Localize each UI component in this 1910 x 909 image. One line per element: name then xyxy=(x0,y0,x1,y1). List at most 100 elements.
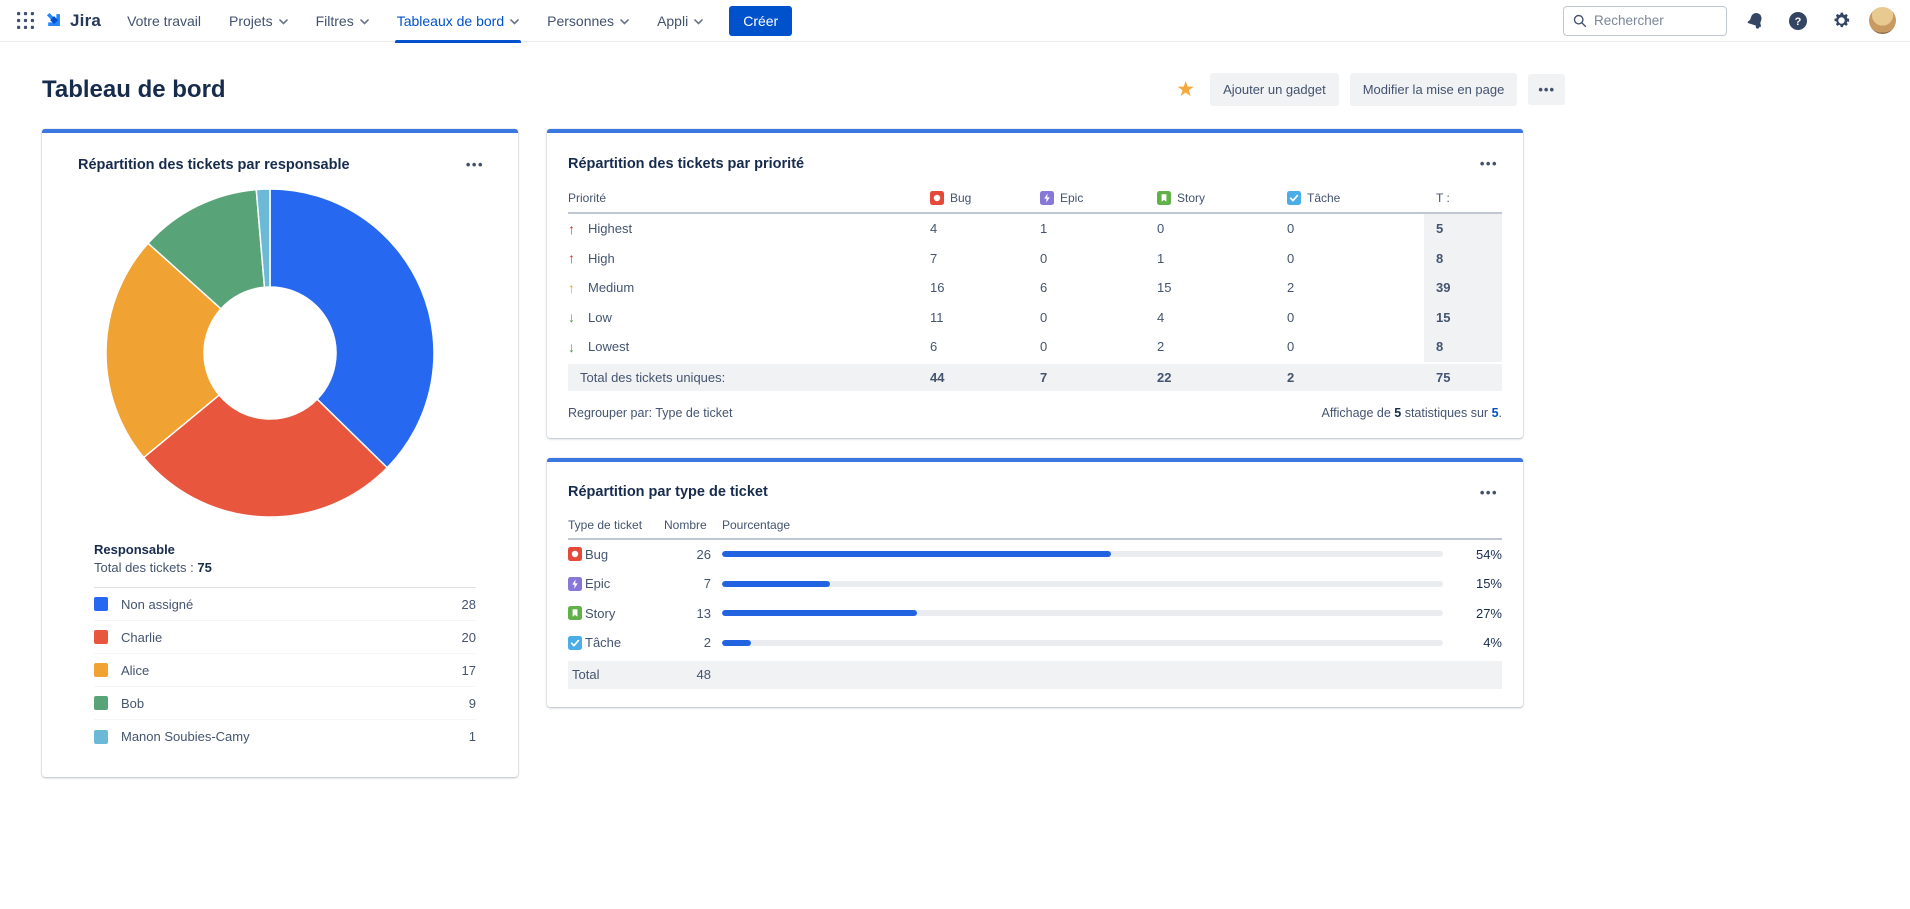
type-percentage: 27% xyxy=(1454,606,1502,621)
nav-item-projets[interactable]: Projets xyxy=(215,0,302,42)
epic-icon xyxy=(568,577,582,591)
legend-item-manon-soubies-camy[interactable]: Manon Soubies-Camy1 xyxy=(94,720,476,753)
priority-value: 11 xyxy=(930,303,1040,333)
legend-count: 17 xyxy=(462,663,476,678)
add-gadget-button[interactable]: Ajouter un gadget xyxy=(1210,73,1339,106)
type-row-bug: Bug2654% xyxy=(568,540,1502,570)
favorite-star-icon[interactable]: ★ xyxy=(1172,79,1199,100)
priority-name: Highest xyxy=(588,221,632,236)
edit-layout-button[interactable]: Modifier la mise en page xyxy=(1350,73,1518,106)
percentage-bar-fill xyxy=(722,640,751,646)
jira-logo-text: Jira xyxy=(70,11,101,31)
nav-item-label: Votre travail xyxy=(127,13,201,29)
priority-row-highest: ↑Highest41005 xyxy=(568,214,1502,244)
priority-label: ↑Medium xyxy=(568,273,930,303)
legend-count: 9 xyxy=(469,696,476,711)
legend-label: Alice xyxy=(121,663,462,678)
nav-item-label: Appli xyxy=(657,13,688,29)
type-row-epic: Epic715% xyxy=(568,569,1502,599)
gadget-priorite: Répartition des tickets par priorité •••… xyxy=(547,129,1523,438)
nav-item-tableaux-de-bord[interactable]: Tableaux de bord xyxy=(383,0,533,42)
col-label: Bug xyxy=(950,191,971,205)
chevron-down-icon xyxy=(694,19,703,25)
type-count: 13 xyxy=(664,606,711,621)
settings-icon[interactable] xyxy=(1826,6,1856,36)
priority-name: Medium xyxy=(588,280,634,295)
total-label: Total xyxy=(568,667,653,682)
priority-label: ↑High xyxy=(568,244,930,274)
create-button[interactable]: Créer xyxy=(729,6,792,36)
legend-item-alice[interactable]: Alice17 xyxy=(94,654,476,687)
stats-text: Affichage de xyxy=(1322,406,1395,420)
header-more-button[interactable]: ••• xyxy=(1528,74,1565,105)
legend-count: 1 xyxy=(469,729,476,744)
type-count: 2 xyxy=(664,635,711,650)
nav-item-filtres[interactable]: Filtres xyxy=(302,0,383,42)
nav-item-label: Tableaux de bord xyxy=(397,13,504,29)
legend-item-bob[interactable]: Bob9 xyxy=(94,687,476,720)
legend-total-value: 75 xyxy=(197,560,211,575)
nav-item-votre-travail[interactable]: Votre travail xyxy=(113,0,215,42)
gadget-more-icon[interactable]: ••• xyxy=(1476,153,1502,174)
nav-item-label: Projets xyxy=(229,13,273,29)
priority-value: 0 xyxy=(1287,303,1424,333)
bug-icon xyxy=(930,191,944,205)
chevron-down-icon xyxy=(360,19,369,25)
type-cell: Story xyxy=(568,606,653,621)
stats-count-note: Affichage de 5 statistiques sur 5. xyxy=(1322,406,1502,420)
legend-label: Non assigné xyxy=(121,597,462,612)
legend-item-charlie[interactable]: Charlie20 xyxy=(94,621,476,654)
priority-col-priorite: Priorité xyxy=(568,191,930,212)
type-table-header: Type de ticket Nombre Pourcentage xyxy=(568,518,1502,540)
percentage-bar-track xyxy=(722,610,1443,616)
priority-total-row: Total des tickets uniques:44722275 xyxy=(568,364,1502,391)
stats-text: . xyxy=(1499,406,1502,420)
nav-item-appli[interactable]: Appli xyxy=(643,0,717,42)
priority-name: Low xyxy=(588,310,612,325)
epic-icon xyxy=(1040,191,1054,205)
nav-item-label: Filtres xyxy=(316,13,354,29)
gadget-more-icon[interactable]: ••• xyxy=(1476,482,1502,503)
priority-col-tache: Tâche xyxy=(1287,191,1424,212)
help-icon[interactable]: ? xyxy=(1783,6,1813,36)
priority-value: 1 xyxy=(1040,214,1157,244)
search-input[interactable] xyxy=(1594,13,1706,28)
legend-swatch xyxy=(94,696,108,710)
jira-logo[interactable]: Jira xyxy=(44,10,101,31)
legend-item-non-assigne[interactable]: Non assigné28 xyxy=(94,588,476,621)
priority-value: 7 xyxy=(930,244,1040,274)
type-row-story: Story 13 27% xyxy=(568,599,1502,629)
type-cell: Tâche xyxy=(568,635,653,650)
tache-icon xyxy=(1287,191,1301,205)
legend-swatch xyxy=(94,663,108,677)
priority-value: 2 xyxy=(1287,273,1424,303)
chevron-down-icon xyxy=(510,19,519,25)
stats-total-link[interactable]: 5 xyxy=(1492,406,1499,420)
total-row-value: 7 xyxy=(1040,364,1157,391)
priority-value: 16 xyxy=(930,273,1040,303)
gear-icon xyxy=(1832,11,1851,30)
type-percentage: 4% xyxy=(1454,635,1502,650)
priority-row-total: 39 xyxy=(1424,273,1502,303)
gadget-title: Répartition des tickets par priorité xyxy=(568,156,804,172)
priority-down-icon: ↓ xyxy=(568,309,580,325)
type-cell: Bug xyxy=(568,547,653,562)
priority-value: 0 xyxy=(1287,214,1424,244)
legend-count: 20 xyxy=(462,630,476,645)
grid-icon xyxy=(17,12,34,29)
priority-name: Lowest xyxy=(588,339,629,354)
app-switcher-icon[interactable] xyxy=(10,6,40,36)
nav-item-personnes[interactable]: Personnes xyxy=(533,0,643,42)
notifications-icon[interactable] xyxy=(1740,6,1770,36)
user-avatar[interactable] xyxy=(1869,7,1896,34)
total-row-value: 44 xyxy=(930,364,1040,391)
bell-icon xyxy=(1746,11,1765,30)
total-row-grand-total: 75 xyxy=(1424,364,1502,391)
priority-value: 6 xyxy=(1040,273,1157,303)
gadget-more-icon[interactable]: ••• xyxy=(462,154,488,175)
priority-value: 0 xyxy=(1287,332,1424,362)
priority-value: 0 xyxy=(1157,214,1287,244)
priority-name: High xyxy=(588,251,615,266)
chevron-down-icon xyxy=(620,19,629,25)
priority-col-story: Story xyxy=(1157,191,1287,212)
